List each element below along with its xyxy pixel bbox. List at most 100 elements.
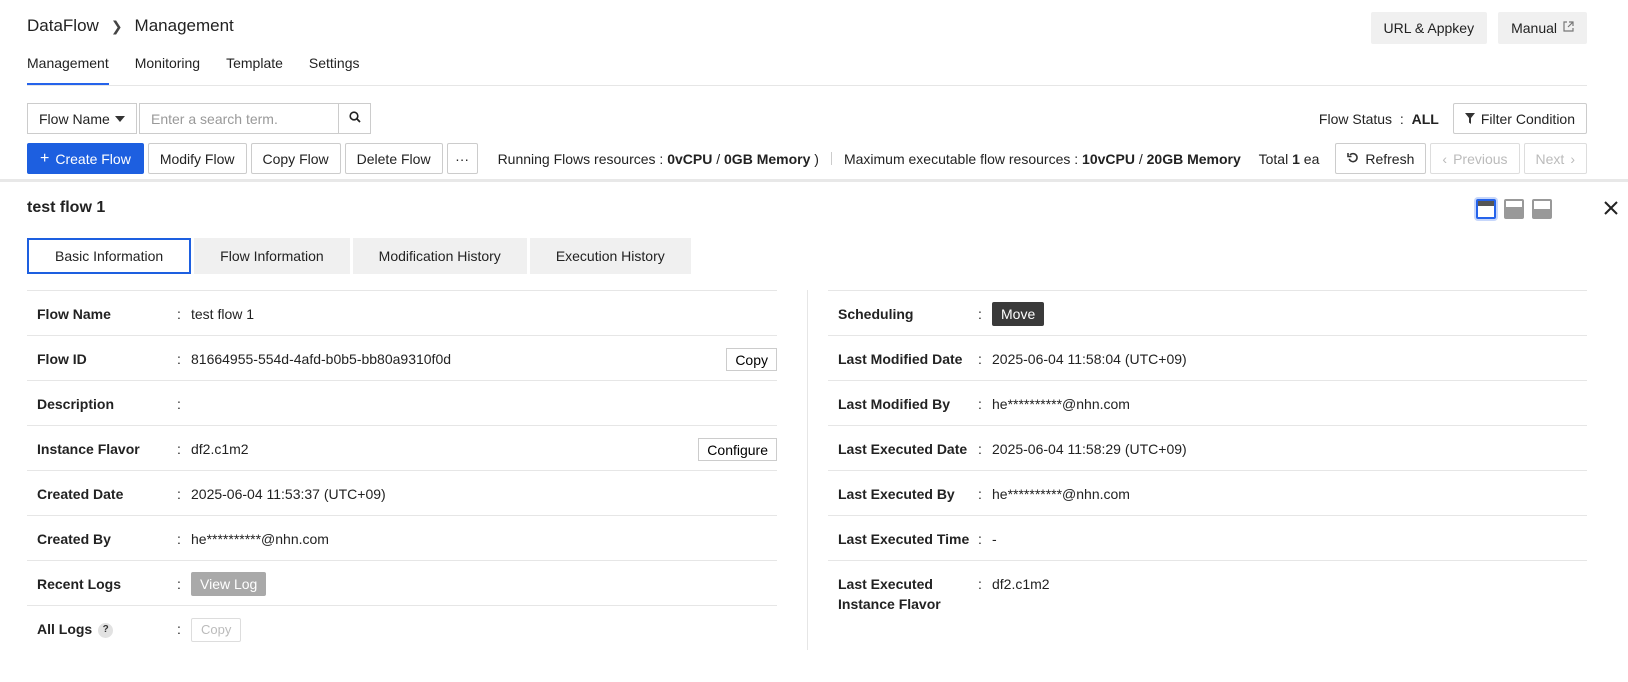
- column-divider: [807, 290, 808, 650]
- tab-flow-information[interactable]: Flow Information: [194, 238, 350, 274]
- row-scheduling: Scheduling : Move: [828, 290, 1587, 335]
- delete-flow-button[interactable]: Delete Flow: [344, 143, 443, 174]
- detail-title: test flow 1: [27, 199, 106, 216]
- all-logs-label: All Logs?: [37, 619, 177, 639]
- configure-button[interactable]: Configure: [698, 438, 777, 461]
- manual-button[interactable]: Manual: [1498, 12, 1587, 44]
- last-executed-flavor-label: Last Executed Instance Flavor: [838, 576, 941, 612]
- created-by-value: he**********@nhn.com: [191, 531, 329, 547]
- url-appkey-button[interactable]: URL & Appkey: [1370, 12, 1488, 44]
- search-icon: [348, 111, 361, 126]
- main-tabs: Management Monitoring Template Settings: [27, 55, 360, 85]
- copy-flow-id-button[interactable]: Copy: [726, 348, 777, 371]
- previous-label: Previous: [1453, 150, 1508, 167]
- all-logs-value: Copy: [191, 618, 777, 642]
- tabs-divider: [27, 85, 1587, 86]
- total-value: 1: [1292, 150, 1300, 167]
- help-icon[interactable]: ?: [98, 622, 114, 638]
- colon: :: [978, 576, 982, 592]
- instance-flavor-value: df2.c1m2: [191, 441, 249, 457]
- basic-info-right: Scheduling : Move Last Modified Date : 2…: [828, 290, 1587, 614]
- last-executed-by-label: Last Executed By: [838, 486, 955, 502]
- row-description: Description :: [27, 380, 777, 425]
- filter-condition-button[interactable]: Filter Condition: [1452, 103, 1587, 134]
- pagination: Total 1 ea Refresh ‹ Previous Next ›: [1259, 143, 1587, 174]
- basic-info-left: Flow Name : test flow 1 Flow ID : 816649…: [27, 290, 777, 650]
- last-executed-by-value: he**********@nhn.com: [992, 486, 1130, 502]
- resource-divider: [830, 152, 832, 165]
- next-button[interactable]: Next ›: [1523, 143, 1587, 174]
- last-modified-by-value: he**********@nhn.com: [992, 396, 1130, 412]
- running-cpu: 0vCPU: [667, 150, 713, 167]
- tab-modification-history[interactable]: Modification History: [352, 238, 527, 274]
- colon: :: [177, 306, 181, 322]
- move-button[interactable]: Move: [992, 302, 1045, 326]
- last-executed-time-label: Last Executed Time: [838, 531, 970, 547]
- breadcrumb-root[interactable]: DataFlow: [27, 16, 99, 36]
- breadcrumb: DataFlow ❯ Management: [27, 16, 234, 36]
- create-flow-label: Create Flow: [55, 150, 131, 167]
- flow-actions: + Create Flow Modify Flow Copy Flow Dele…: [27, 143, 1241, 174]
- max-cpu: 10vCPU: [1082, 150, 1135, 167]
- tab-monitoring[interactable]: Monitoring: [135, 55, 200, 85]
- row-flow-id: Flow ID : 81664955-554d-4afd-b0b5-bb80a9…: [27, 335, 777, 380]
- running-resources-label: Running Flows resources :: [497, 150, 664, 167]
- colon: :: [978, 531, 982, 547]
- create-flow-button[interactable]: + Create Flow: [27, 143, 144, 174]
- layout-middle-icon[interactable]: [1504, 199, 1524, 219]
- copy-all-logs-button[interactable]: Copy: [191, 618, 242, 642]
- last-executed-date-value: 2025-06-04 11:58:29 (UTC+09): [992, 441, 1187, 457]
- max-memory: 20GB Memory: [1146, 150, 1241, 167]
- external-link-icon: [1563, 21, 1574, 35]
- layout-bottom-icon[interactable]: [1532, 199, 1552, 219]
- filter-icon: [1464, 111, 1475, 127]
- colon: :: [978, 396, 982, 412]
- tab-execution-history[interactable]: Execution History: [529, 238, 691, 274]
- plus-icon: +: [40, 149, 50, 167]
- total-unit: ea: [1303, 150, 1320, 167]
- layout-top-icon[interactable]: [1476, 199, 1496, 219]
- chevron-right-icon: ❯: [110, 17, 123, 34]
- chevron-left-icon: ‹: [1442, 150, 1448, 167]
- panel-splitter[interactable]: [0, 179, 1628, 182]
- layout-switcher: [1476, 199, 1552, 219]
- breadcrumb-current: Management: [134, 16, 234, 35]
- description-label: Description: [37, 396, 115, 412]
- row-last-executed-by: Last Executed By : he**********@nhn.com: [828, 470, 1587, 515]
- row-last-executed-date: Last Executed Date : 2025-06-04 11:58:29…: [828, 425, 1587, 470]
- more-actions-button[interactable]: ···: [446, 143, 478, 174]
- colon: :: [177, 621, 181, 637]
- flow-name-label: Flow Name: [37, 306, 111, 322]
- created-date-label: Created Date: [37, 486, 124, 502]
- total-count: Total 1 ea: [1259, 151, 1320, 167]
- tab-settings[interactable]: Settings: [309, 55, 360, 85]
- refresh-button[interactable]: Refresh: [1335, 143, 1427, 174]
- filter-condition-label: Filter Condition: [1480, 110, 1575, 127]
- search-button[interactable]: [339, 103, 371, 134]
- previous-button[interactable]: ‹ Previous: [1430, 143, 1520, 174]
- copy-flow-button[interactable]: Copy Flow: [250, 143, 341, 174]
- flow-status-label: Flow Status: [1318, 110, 1393, 127]
- chevron-right-icon: ›: [1570, 150, 1575, 167]
- tab-basic-information[interactable]: Basic Information: [27, 238, 192, 274]
- flow-id-label: Flow ID: [37, 351, 87, 367]
- search-field-select[interactable]: Flow Name: [27, 103, 137, 134]
- header-actions: URL & Appkey Manual: [1370, 12, 1587, 44]
- row-instance-flavor: Instance Flavor : df2.c1m2 Configure: [27, 425, 777, 470]
- last-executed-date-label: Last Executed Date: [838, 441, 968, 457]
- colon: :: [177, 441, 181, 457]
- row-recent-logs: Recent Logs : View Log: [27, 560, 777, 605]
- manual-label: Manual: [1511, 20, 1557, 36]
- colon: :: [978, 306, 982, 322]
- last-executed-flavor-value: df2.c1m2: [992, 576, 1050, 592]
- last-modified-date-value: 2025-06-04 11:58:04 (UTC+09): [992, 351, 1187, 367]
- view-log-button[interactable]: View Log: [191, 572, 267, 596]
- tab-template[interactable]: Template: [226, 55, 283, 85]
- tab-management[interactable]: Management: [27, 55, 109, 85]
- close-icon[interactable]: [1604, 198, 1618, 221]
- flow-name-value: test flow 1: [191, 306, 255, 322]
- flow-status-area: Flow Status : ALL Filter Condition: [1319, 103, 1587, 134]
- scheduling-value: Move: [992, 302, 1587, 326]
- search-input[interactable]: [139, 103, 339, 134]
- modify-flow-button[interactable]: Modify Flow: [147, 143, 247, 174]
